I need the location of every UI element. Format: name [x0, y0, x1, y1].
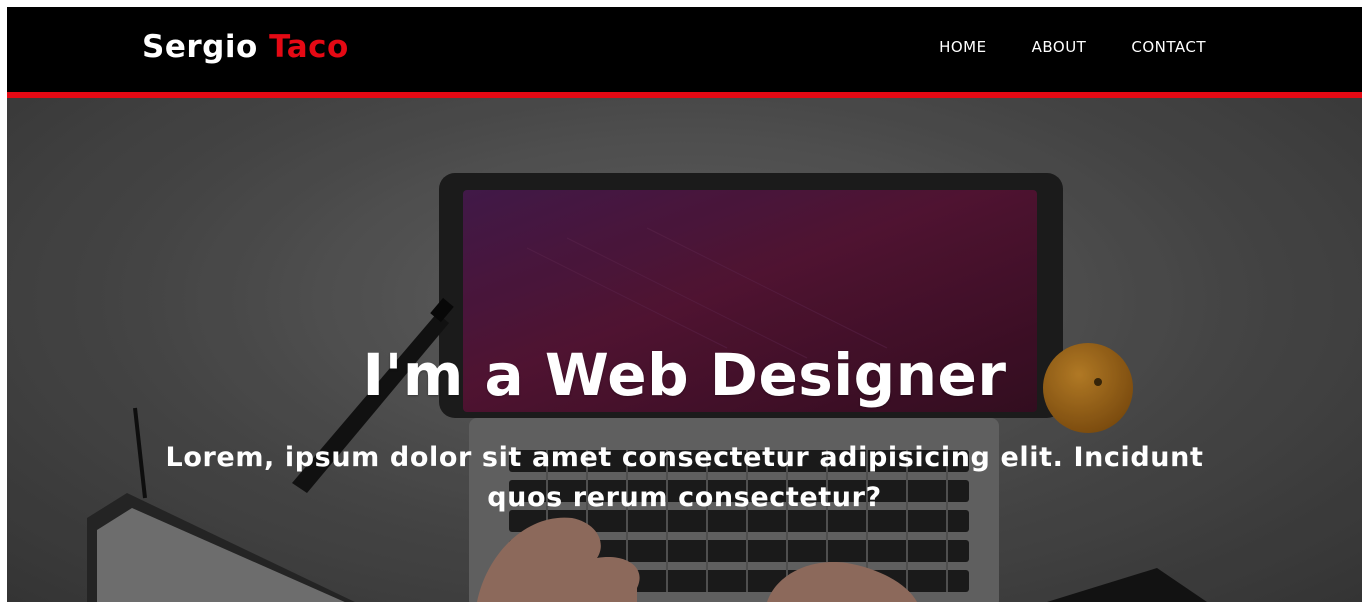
site-logo[interactable]: Sergio Taco [142, 29, 349, 65]
hero-section: I'm a Web Designer Lorem, ipsum dolor si… [7, 98, 1362, 602]
logo-accent: Taco [269, 29, 349, 65]
main-nav: HOME ABOUT CONTACT [939, 38, 1206, 56]
nav-contact-link[interactable]: CONTACT [1131, 38, 1206, 56]
hero-title: I'm a Web Designer [362, 340, 1007, 409]
nav-home-link[interactable]: HOME [939, 38, 987, 56]
site-header: Sergio Taco HOME ABOUT CONTACT [7, 7, 1362, 98]
nav-about-link[interactable]: ABOUT [1032, 38, 1087, 56]
hero-subtitle: Lorem, ipsum dolor sit amet consectetur … [165, 442, 1204, 513]
page-frame: Sergio Taco HOME ABOUT CONTACT I'm a Web… [7, 7, 1362, 602]
logo-name: Sergio [142, 29, 258, 65]
